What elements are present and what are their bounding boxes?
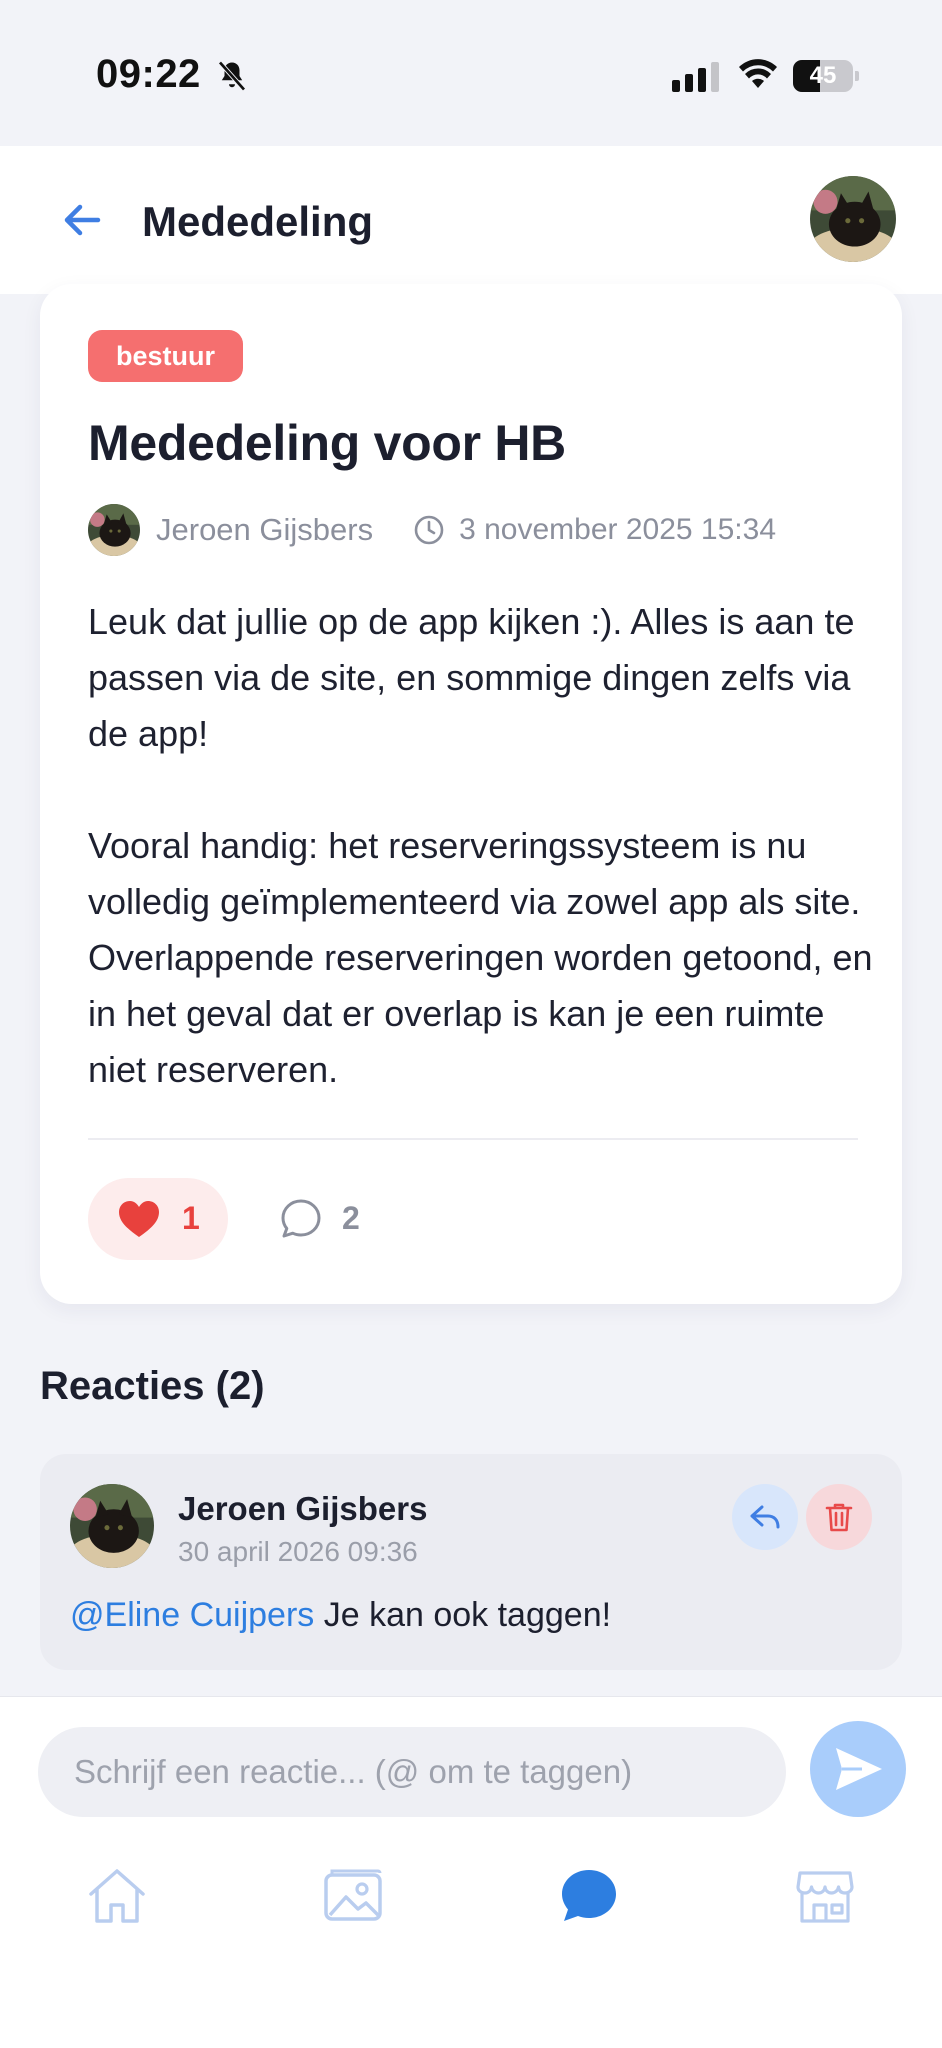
page-title: Mededeling: [142, 198, 374, 245]
send-icon: [836, 1748, 882, 1790]
back-arrow-icon[interactable]: [58, 196, 106, 244]
comment-text: @Eline Cuijpers Je kan ook taggen!: [70, 1596, 611, 1635]
post-author: Jeroen Gijsbers: [156, 512, 374, 547]
comment-bubble-icon: [281, 1199, 321, 1238]
cellular-signal-icon: [672, 62, 719, 92]
comment-button[interactable]: 2: [280, 1178, 380, 1260]
battery-percent: 45: [809, 62, 837, 89]
chat-icon[interactable]: [558, 1865, 620, 1927]
post-paragraph: Vooral handig: het reserveringssysteem i…: [88, 825, 873, 1090]
status-bar: 09:22 45: [0, 0, 942, 146]
comment-author-avatar: [70, 1484, 154, 1568]
trash-icon: [825, 1503, 853, 1532]
category-tag: bestuur: [88, 330, 244, 382]
like-button[interactable]: 1: [88, 1178, 228, 1260]
send-button[interactable]: [810, 1721, 906, 1817]
comment-item: Jeroen Gijsbers 30 april 2026 09:36 @Eli…: [40, 1454, 902, 1670]
reactions-heading: Reacties (2): [40, 1364, 265, 1408]
post-paragraph: Leuk dat jullie op de app kijken :). All…: [88, 601, 855, 754]
comment-count: 2: [342, 1200, 360, 1236]
delete-button[interactable]: [806, 1484, 872, 1550]
reply-button[interactable]: [732, 1484, 798, 1550]
home-icon[interactable]: [86, 1865, 148, 1927]
battery-indicator: 45: [793, 60, 859, 92]
gallery-icon[interactable]: [322, 1865, 384, 1927]
post-meta: Jeroen Gijsbers 3 november 2025 15:34: [88, 502, 776, 558]
heart-icon: [119, 1201, 159, 1237]
app-header: Mededeling: [0, 146, 942, 294]
reply-icon: [750, 1505, 780, 1529]
announcement-card: bestuur Mededeling voor HB Jeroen Gijsbe…: [40, 284, 902, 1304]
divider: [88, 1138, 858, 1140]
profile-avatar[interactable]: [810, 176, 896, 262]
like-count: 1: [182, 1200, 200, 1236]
comment-author: Jeroen Gijsbers: [178, 1490, 428, 1527]
status-time: 09:22: [96, 52, 201, 96]
mention-link[interactable]: @Eline Cuijpers: [70, 1596, 314, 1634]
author-avatar: [88, 504, 140, 556]
post-body: Leuk dat jullie op de app kijken :). All…: [88, 594, 878, 1098]
wifi-icon: [739, 59, 777, 88]
clock-icon: [414, 515, 444, 545]
comment-input[interactable]: [38, 1727, 786, 1817]
bell-muted-icon: [218, 61, 246, 91]
comment-body: Je kan ook taggen!: [314, 1596, 612, 1634]
post-date: 3 november 2025 15:34: [459, 513, 776, 546]
store-icon[interactable]: [794, 1865, 856, 1927]
post-title: Mededeling voor HB: [88, 415, 566, 471]
bottom-area: [0, 1696, 942, 2048]
comment-date: 30 april 2026 09:36: [178, 1536, 418, 1567]
